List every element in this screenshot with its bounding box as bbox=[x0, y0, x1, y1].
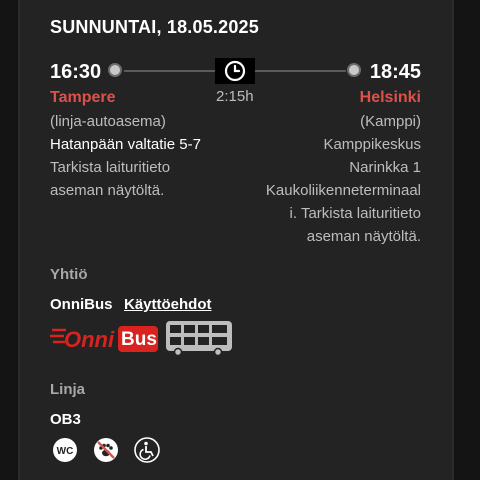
arrival-info-line: Narinkka 1 bbox=[349, 159, 421, 176]
departure-note-line: aseman näytöltä. bbox=[50, 182, 165, 199]
departure-dot bbox=[108, 63, 122, 77]
company-heading: Yhtiö bbox=[50, 266, 88, 283]
arrival-info-line: (Kamppi) bbox=[360, 113, 421, 130]
svg-text:Onni: Onni bbox=[64, 327, 115, 352]
arrival-info-line: Kaukoliikenneterminaal bbox=[265, 182, 421, 199]
route-code: OB3 bbox=[50, 411, 81, 428]
terms-link[interactable]: Käyttöehdot bbox=[124, 296, 212, 313]
arrival-city: Helsinki bbox=[359, 89, 421, 106]
departure-address: Hatanpään valtatie 5-7 bbox=[50, 136, 201, 153]
departure-station: (linja-autoasema) bbox=[50, 113, 166, 130]
duration-clock-icon bbox=[215, 58, 255, 84]
arrival-info-line: Kamppikeskus bbox=[323, 136, 421, 153]
departure-info: (linja-autoasema) Hatanpään valtatie 5-7… bbox=[50, 110, 260, 202]
wc-icon: WC bbox=[52, 437, 78, 463]
company-name: OnniBus bbox=[50, 296, 113, 313]
arrival-time: 18:45 bbox=[369, 61, 421, 83]
trip-duration: 2:15h bbox=[216, 88, 254, 105]
travel-date: SUNNUNTAI, 18.05.2025 bbox=[50, 17, 259, 37]
no-pets-icon bbox=[93, 437, 119, 463]
arrival-info-line: aseman näytöltä. bbox=[306, 228, 421, 245]
onnibus-logo: Onni Bus bbox=[50, 322, 160, 354]
route-heading: Linja bbox=[50, 381, 86, 398]
trip-details-card: SUNNUNTAI, 18.05.2025 16:30 18:45 2:15h … bbox=[18, 0, 454, 480]
departure-time: 16:30 bbox=[50, 61, 102, 83]
svg-text:Bus: Bus bbox=[121, 329, 157, 350]
departure-city: Tampere bbox=[50, 89, 116, 106]
svg-text:WC: WC bbox=[57, 446, 74, 457]
arrival-dot bbox=[347, 63, 361, 77]
double-decker-bus-icon bbox=[164, 320, 234, 357]
arrival-info-line: i. Tarkista laituritieto bbox=[289, 205, 421, 222]
arrival-info: (Kamppi) Kamppikeskus Narinkka 1 Kaukoli… bbox=[231, 110, 421, 248]
wheelchair-icon bbox=[134, 437, 160, 463]
departure-note-line: Tarkista laituritieto bbox=[50, 159, 171, 176]
